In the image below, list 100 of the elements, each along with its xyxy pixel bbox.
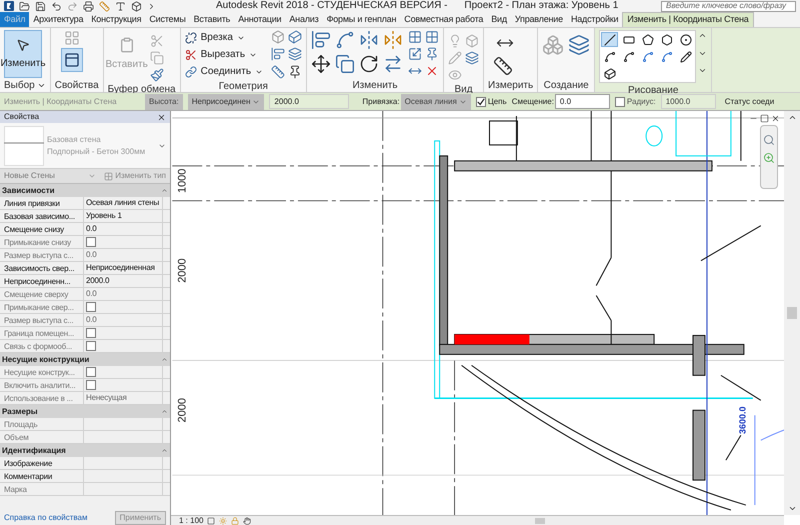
join-status-label: Статус соеди [724,96,774,108]
property-value[interactable]: 0.0 [86,223,97,235]
ribbon-tab[interactable]: Вставить [190,12,234,27]
group-header[interactable]: Идентификация [0,444,170,457]
document-title: Проект2 - План этажа: Уровень 1 [464,1,618,11]
save-icon[interactable] [35,0,46,12]
ribbon-tab[interactable]: Системы [145,12,190,27]
property-value[interactable]: Уровень 1 [86,210,122,222]
property-label: Размер выступа с... [0,249,84,261]
panel-title: Свойства [54,78,99,92]
app-logo-icon[interactable] [4,1,14,11]
geometry-tool-button[interactable]: Вырезать [184,47,264,62]
scale-icon[interactable] [408,47,422,61]
property-value[interactable]: Неприсоединенная [86,262,155,274]
ribbon-tab[interactable]: Аннотации [234,12,286,27]
property-label: Примыкание свер... [0,301,84,313]
panel-title: Геометрия [218,80,268,94]
checkbox[interactable] [614,96,625,106]
offset-label: Смещение: [512,96,554,108]
link-icon [184,66,197,78]
printer-icon[interactable] [83,0,94,12]
arc-icon [660,50,673,62]
panel-title: Буфер обмена [108,82,176,96]
rotate-icon[interactable] [359,54,380,74]
height-dropdown[interactable]: Неприсоединен [188,94,264,110]
text-icon[interactable] [115,0,126,12]
collapse-icon[interactable] [161,187,168,194]
checkbox[interactable] [476,96,486,106]
collapse-icon[interactable] [161,356,168,363]
property-label: Комментарии [0,470,84,482]
rectangle-icon [622,34,635,46]
scroll-down-icon[interactable] [788,504,796,513]
scroll-up-icon[interactable] [698,31,708,40]
property-label: Включить аналити... [0,379,84,391]
property-value[interactable]: 2000.0 [86,275,110,287]
ribbon-tab[interactable]: Совместная работа [400,12,488,27]
open-icon[interactable] [19,0,30,12]
ribbon-tab[interactable]: Архитектура [29,12,88,27]
height-field[interactable]: 2000.0 [269,94,350,109]
grid-icon[interactable] [408,30,422,44]
clipboard-icon [118,36,135,52]
layers-icon[interactable] [288,47,302,62]
scroll-thumb[interactable] [787,307,797,319]
drawing-area[interactable]: 1000 2000 2000 3600.0 1 : 100 [170,111,800,525]
ribbon-tab[interactable]: Вид [487,12,511,27]
expand-icon[interactable] [698,66,708,75]
paintbrush-icon[interactable] [150,68,164,82]
view-scale[interactable]: 1 : 100 [179,516,204,524]
ribbon-tab[interactable]: Анализ [285,12,323,27]
context-label: Изменить | Координаты Стена [3,96,118,108]
properties-help-link[interactable]: Справка по свойствам [4,512,88,524]
vertical-scrollbar[interactable] [784,111,800,515]
group-header[interactable]: Несущие конструкции [0,353,170,366]
align-icon[interactable] [311,30,332,50]
ribbon-tab[interactable]: Надстройки [566,12,622,27]
property-label: Базовая зависимо... [0,210,84,222]
detail-level-icon[interactable] [207,516,216,524]
offset-field[interactable]: 0.0 [554,94,610,109]
property-value[interactable]: Осевая линия стены [86,197,160,209]
search-field[interactable]: Введите ключевое слово/фразу [661,0,796,12]
pin-icon[interactable] [288,64,302,79]
properties-button[interactable] [60,48,83,72]
palette-title: Свойства [4,111,40,123]
ruler-icon[interactable] [492,56,514,76]
more-icon[interactable] [147,2,156,10]
align-icon[interactable] [271,47,286,62]
location-line-dropdown[interactable]: Осевая линия [400,94,471,110]
close-icon[interactable] [157,112,166,122]
ribbon-tab[interactable]: Изменить | Координаты Стена [622,12,754,27]
redo-icon[interactable] [67,0,78,12]
group-header[interactable]: Размеры [0,405,170,418]
cuboid-icon[interactable] [288,30,302,44]
dimension-label: 1000 [176,168,188,194]
zoom-in-icon[interactable] [763,152,775,164]
geometry-tool-button[interactable]: Врезка [184,30,264,45]
copy-icon[interactable] [335,54,356,74]
restore-icon[interactable] [760,114,769,123]
draw-tool-button[interactable] [601,32,618,47]
ribbon-tab[interactable]: Конструкция [87,12,146,27]
geometry-tool-button[interactable]: Соединить [184,64,264,79]
group-title: Идентификация [2,444,66,456]
ribbon-tab[interactable]: Управление [510,12,567,27]
close-icon[interactable] [771,114,780,123]
cube-icon[interactable] [131,0,142,12]
collapse-icon[interactable] [161,447,168,454]
mirror-icon[interactable] [359,30,380,50]
layers-icon[interactable] [465,51,480,65]
ribbon-tab[interactable]: Формы и генплан [322,12,400,27]
scroll-up-icon[interactable] [788,113,796,122]
undo-icon[interactable] [51,0,62,12]
zoom-icon[interactable] [763,134,775,146]
property-label: Размер выступа с... [0,314,84,326]
dimension-label: 2000 [176,258,188,283]
horizontal-scroll-thumb[interactable] [535,518,546,524]
collapse-icon[interactable] [161,408,168,415]
group-header[interactable]: Зависимости [0,184,170,197]
move-icon[interactable] [311,54,332,74]
arc-icon [622,50,635,62]
property-label: Изображение [0,457,84,469]
hand-icon[interactable] [243,516,252,524]
